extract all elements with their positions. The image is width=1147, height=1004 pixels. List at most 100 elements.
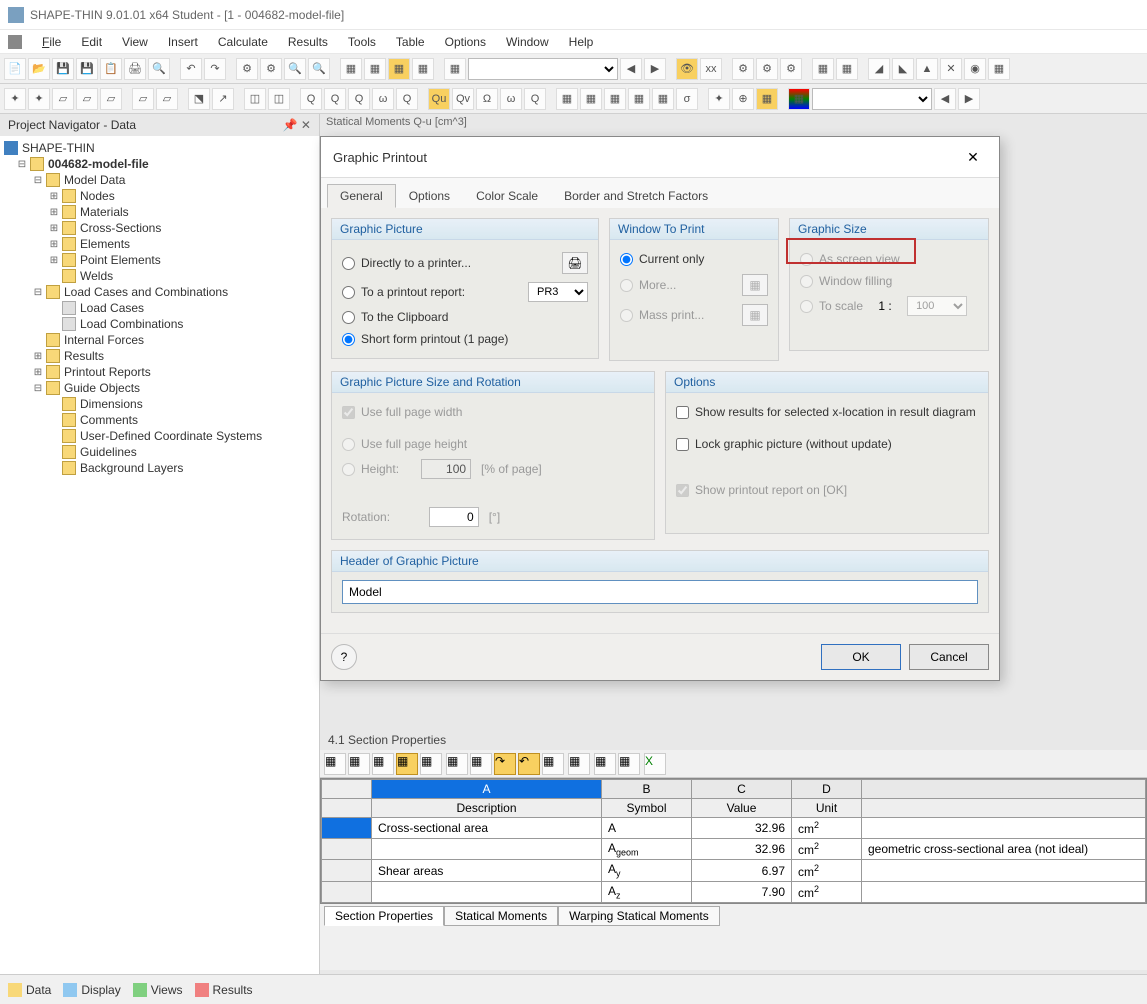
tb-icon[interactable]: ▦: [470, 753, 492, 775]
tool-icon[interactable]: ▱: [76, 88, 98, 110]
tool-icon[interactable]: 🔍: [308, 58, 330, 80]
tree-guide-objects[interactable]: ⊟Guide Objects: [0, 380, 319, 396]
tree-nodes[interactable]: ⊞Nodes: [0, 188, 319, 204]
tool-icon[interactable]: xx: [700, 58, 722, 80]
table-row[interactable]: Az 7.90 cm2: [322, 881, 1146, 902]
header-input[interactable]: [342, 580, 978, 604]
tb-icon[interactable]: ▦: [420, 753, 442, 775]
help-button[interactable]: ?: [331, 644, 357, 670]
tool-icon[interactable]: ▦: [444, 58, 466, 80]
tb-icon[interactable]: ▦: [348, 753, 370, 775]
tool-icon[interactable]: ↗: [212, 88, 234, 110]
tree-comments[interactable]: Comments: [0, 412, 319, 428]
tab-general[interactable]: General: [327, 184, 396, 208]
toolbar-combo[interactable]: [468, 58, 618, 80]
tree-background-layers[interactable]: Background Layers: [0, 460, 319, 476]
status-tab-views[interactable]: Views: [133, 983, 183, 997]
pin-icon[interactable]: 📌 ✕: [283, 118, 311, 132]
tool-icon[interactable]: ▦: [364, 58, 386, 80]
tool-icon[interactable]: ⊕: [732, 88, 754, 110]
tool-icon[interactable]: ▦: [580, 88, 602, 110]
tool-icon[interactable]: Q: [524, 88, 546, 110]
tool-icon[interactable]: Q: [300, 88, 322, 110]
print-icon[interactable]: 🖨: [124, 58, 146, 80]
tool-icon[interactable]: ◉: [964, 58, 986, 80]
tool-icon[interactable]: ⚙: [260, 58, 282, 80]
nav-right-icon[interactable]: ▶: [958, 88, 980, 110]
printer-settings-button[interactable]: 🖨: [562, 252, 588, 274]
tb-icon[interactable]: ↷: [494, 753, 516, 775]
rotation-input[interactable]: [429, 507, 479, 527]
tool-icon[interactable]: ◫: [244, 88, 266, 110]
tool-icon[interactable]: 👁: [676, 58, 698, 80]
menu-edit[interactable]: Edit: [73, 33, 110, 51]
tb-icon[interactable]: ▦: [594, 753, 616, 775]
tree-guidelines[interactable]: Guidelines: [0, 444, 319, 460]
tool-icon[interactable]: ▲: [916, 58, 938, 80]
tb-icon[interactable]: ▦: [446, 753, 468, 775]
tool-icon[interactable]: ▦: [836, 58, 858, 80]
tool-icon[interactable]: ⚙: [732, 58, 754, 80]
preview-icon[interactable]: 🔍: [148, 58, 170, 80]
tool-icon[interactable]: Ω: [476, 88, 498, 110]
radio-current-only[interactable]: [620, 253, 633, 266]
nav-right-icon[interactable]: ▶: [644, 58, 666, 80]
tree-load-combinations[interactable]: Load Combinations: [0, 316, 319, 332]
table-row[interactable]: Ageom 32.96 cm2 geometric cross-sectiona…: [322, 839, 1146, 860]
tool-icon[interactable]: Qu: [428, 88, 450, 110]
redo-icon[interactable]: ↷: [204, 58, 226, 80]
tool-icon[interactable]: ▦: [988, 58, 1010, 80]
tool-icon[interactable]: ◫: [268, 88, 290, 110]
section-properties-grid[interactable]: A B C D Description Symbol Value Unit Cr…: [320, 778, 1147, 904]
table-row[interactable]: Cross-sectional area A 32.96 cm2: [322, 818, 1146, 839]
cancel-button[interactable]: Cancel: [909, 644, 989, 670]
tb-icon[interactable]: ▦: [542, 753, 564, 775]
menu-window[interactable]: Window: [498, 33, 557, 51]
nav-left-icon[interactable]: ◀: [620, 58, 642, 80]
col-c[interactable]: C: [692, 780, 792, 799]
tree-printout-reports[interactable]: ⊞Printout Reports: [0, 364, 319, 380]
tab-warping-statical[interactable]: Warping Statical Moments: [558, 906, 720, 926]
tree-internal-forces[interactable]: Internal Forces: [0, 332, 319, 348]
table-row[interactable]: Shear areas Ay 6.97 cm2: [322, 860, 1146, 881]
radio-printout-report[interactable]: [342, 286, 355, 299]
radio-clipboard[interactable]: [342, 311, 355, 324]
tool-icon[interactable]: ▱: [156, 88, 178, 110]
tool-icon[interactable]: ω: [500, 88, 522, 110]
menu-help[interactable]: Help: [561, 33, 602, 51]
tree-cross-sections[interactable]: ⊞Cross-Sections: [0, 220, 319, 236]
close-button[interactable]: ✕: [959, 145, 987, 169]
tool-icon[interactable]: σ: [676, 88, 698, 110]
nav-left-icon[interactable]: ◀: [934, 88, 956, 110]
status-tab-display[interactable]: Display: [63, 983, 120, 997]
tool-icon[interactable]: ✕: [940, 58, 962, 80]
tool-icon[interactable]: Q: [324, 88, 346, 110]
tool-icon[interactable]: ▦: [652, 88, 674, 110]
excel-icon[interactable]: X: [644, 753, 666, 775]
tool-icon[interactable]: Q: [348, 88, 370, 110]
tree-results[interactable]: ⊞Results: [0, 348, 319, 364]
tool-icon[interactable]: ▱: [132, 88, 154, 110]
menu-file[interactable]: File: [34, 33, 69, 51]
tool-icon[interactable]: ▱: [100, 88, 122, 110]
check-show-results[interactable]: [676, 406, 689, 419]
report-select[interactable]: PR3: [528, 282, 588, 302]
tool-icon[interactable]: ▦: [604, 88, 626, 110]
radio-short-form[interactable]: [342, 333, 355, 346]
tool-icon[interactable]: ▦: [788, 88, 810, 110]
tool-icon[interactable]: ▦: [756, 88, 778, 110]
tool-icon[interactable]: Q: [396, 88, 418, 110]
tab-border[interactable]: Border and Stretch Factors: [551, 184, 721, 208]
tool-icon[interactable]: ◢: [868, 58, 890, 80]
tree-dimensions[interactable]: Dimensions: [0, 396, 319, 412]
status-tab-data[interactable]: Data: [8, 983, 51, 997]
tool-icon[interactable]: ✦: [4, 88, 26, 110]
tree-model[interactable]: ⊟004682-model-file: [0, 156, 319, 172]
tool-icon[interactable]: ▱: [52, 88, 74, 110]
tb-icon[interactable]: ▦: [396, 753, 418, 775]
tool-icon[interactable]: ⚙: [780, 58, 802, 80]
menu-view[interactable]: View: [114, 33, 156, 51]
tool-icon[interactable]: ω: [372, 88, 394, 110]
tree-point-elements[interactable]: ⊞Point Elements: [0, 252, 319, 268]
toolbar-combo-2[interactable]: [812, 88, 932, 110]
